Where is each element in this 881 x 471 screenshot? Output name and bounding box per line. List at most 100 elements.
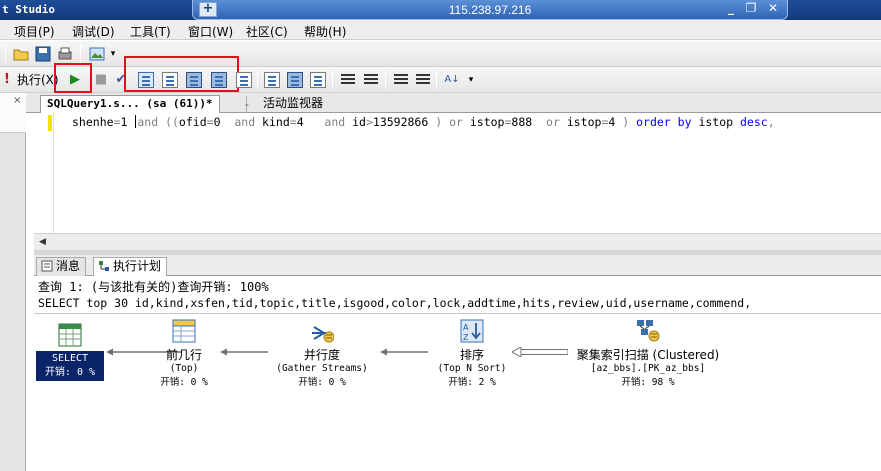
plan-node-scan-sub: [az_bbs].[PK_az_bbs] xyxy=(590,363,706,374)
editor-horizontal-scrollbar[interactable]: ◀ xyxy=(34,233,881,250)
menu-tools[interactable]: 工具(T) xyxy=(130,23,171,40)
results-tab-strip: 消息 执行计划 xyxy=(34,255,881,277)
plan-node-sort[interactable]: 排序 (Top N Sort) 开销: 2 % xyxy=(432,346,512,388)
uncomment-lines-icon[interactable] xyxy=(364,73,378,87)
plan-node-parallelism-title: 并行度 xyxy=(303,348,340,362)
tab-activity-monitor[interactable]: - 活动监视器 xyxy=(245,96,329,112)
svg-text:Z: Z xyxy=(463,333,469,342)
tab-sql-query[interactable]: SQLQuery1.s... (sa (61))* xyxy=(40,95,220,113)
plan-node-top-cost: 开销: 0 % xyxy=(160,377,208,388)
results-to-grid-icon[interactable] xyxy=(186,72,202,88)
tab-messages-label: 消息 xyxy=(56,259,81,273)
minimize-button[interactable]: _ xyxy=(723,1,739,15)
sort-node-icon[interactable]: A Z xyxy=(460,319,484,343)
execution-plan-icon xyxy=(99,261,109,271)
sql-token: and xyxy=(234,115,256,129)
toolbar-separator xyxy=(385,71,386,89)
app-title: t Studio xyxy=(2,3,55,16)
sql-token: 0 xyxy=(213,115,235,129)
toolbar-separator xyxy=(332,71,333,89)
clustered-index-scan-node-icon[interactable] xyxy=(636,318,660,342)
sql-token: istop xyxy=(559,115,602,129)
toolbar-separator xyxy=(436,71,437,89)
close-icon[interactable]: - xyxy=(245,97,249,112)
decrease-indent-icon[interactable] xyxy=(394,73,408,87)
menu-help[interactable]: 帮助(H) xyxy=(304,23,346,40)
sql-token: 1 xyxy=(120,115,135,129)
sort-az-icon[interactable]: A↓ xyxy=(442,71,462,89)
plan-node-sort-cost: 开销: 2 % xyxy=(448,377,496,388)
sql-token: and xyxy=(324,115,346,129)
close-button[interactable]: ✕ xyxy=(765,1,781,15)
sql-token: > xyxy=(365,115,373,129)
sql-token: order by xyxy=(629,115,699,129)
include-actual-plan-icon[interactable] xyxy=(211,72,227,88)
sql-token: or xyxy=(449,115,463,129)
sql-token: (( xyxy=(165,115,179,129)
messages-icon xyxy=(41,260,53,272)
plan-node-clustered-index-scan[interactable]: 聚集索引扫描 (Clustered) [az_bbs].[PK_az_bbs] … xyxy=(562,346,734,388)
sql-token: , xyxy=(767,115,775,129)
close-icon[interactable]: × xyxy=(13,95,21,106)
chevron-down-icon[interactable]: ▾ xyxy=(466,71,476,89)
query-cost-header: 查询 1: (与该批有关的)查询开销: 100% xyxy=(38,280,269,294)
plan-separator xyxy=(34,313,881,314)
image-icon[interactable] xyxy=(88,45,106,63)
query-options-icon[interactable] xyxy=(162,72,178,88)
results-to-text-icon[interactable] xyxy=(264,72,280,88)
menu-community[interactable]: 社区(C) xyxy=(246,23,288,40)
sql-token: or xyxy=(546,115,560,129)
plan-node-select[interactable]: SELECT 开销: 0 % xyxy=(36,351,104,381)
open-folder-icon[interactable] xyxy=(12,45,30,63)
plan-arrow xyxy=(380,348,428,356)
tab-execution-plan[interactable]: 执行计划 xyxy=(93,257,168,277)
plan-node-top[interactable]: 前几行 (Top) 开销: 0 % xyxy=(144,346,224,388)
remote-connection-bar: + 115.238.97.216 _ ❐ ✕ xyxy=(192,0,788,20)
print-icon[interactable] xyxy=(56,45,74,63)
comment-lines-icon[interactable] xyxy=(341,73,355,87)
sql-token: 13592866 xyxy=(372,115,436,129)
scroll-left-icon[interactable]: ◀ xyxy=(36,236,49,248)
gather-streams-node-icon[interactable] xyxy=(310,319,334,343)
sql-token: shenhe xyxy=(72,115,114,129)
plan-node-select-cost: 开销: 0 % xyxy=(44,367,96,378)
sql-code-line[interactable]: shenhe=1 and ((ofid=0 and kind=4 and id>… xyxy=(72,114,775,130)
document-tab-strip: SQLQuery1.s... (sa (61))* - 活动监视器 xyxy=(26,93,881,113)
chevron-down-icon[interactable]: ▾ xyxy=(108,45,118,63)
specify-template-values-icon[interactable] xyxy=(310,72,326,88)
remote-host-address: 115.238.97.216 xyxy=(448,3,532,17)
plan-node-sort-title: 排序 xyxy=(459,348,484,362)
plan-node-parallelism[interactable]: 并行度 (Gather Streams) 开销: 0 % xyxy=(266,346,378,388)
sql-token: id xyxy=(345,115,366,129)
execution-plan-pane: 查询 1: (与该批有关的)查询开销: 100% SELECT top 30 i… xyxy=(34,276,881,471)
title-bar: t Studio + 115.238.97.216 _ ❐ ✕ xyxy=(0,0,881,20)
changed-line-marker xyxy=(48,115,52,131)
sql-token: istop xyxy=(698,115,740,129)
display-estimated-plan-icon[interactable] xyxy=(138,72,154,88)
menu-bar: 项目(P) 调试(D) 工具(T) 窗口(W) 社区(C) 帮助(H) xyxy=(0,20,881,40)
sql-token: kind xyxy=(255,115,290,129)
menu-window[interactable]: 窗口(W) xyxy=(188,23,233,40)
menu-project[interactable]: 项目(P) xyxy=(14,23,55,40)
sql-editor[interactable]: shenhe=1 and ((ofid=0 and kind=4 and id>… xyxy=(34,113,881,233)
select-node-icon[interactable] xyxy=(58,323,82,347)
query-text-line: SELECT top 30 id,kind,xsfen,tid,topic,ti… xyxy=(38,296,752,310)
client-statistics-icon[interactable] xyxy=(287,72,303,88)
menu-debug[interactable]: 调试(D) xyxy=(72,23,115,40)
plan-arrow-thick xyxy=(512,347,568,357)
plan-node-scan-cost: 开销: 98 % xyxy=(621,377,675,388)
plan-node-top-title: 前几行 xyxy=(165,348,202,362)
execute-button[interactable]: 执行(X) xyxy=(17,71,59,88)
tab-messages[interactable]: 消息 xyxy=(36,257,87,276)
top-node-icon[interactable] xyxy=(172,319,196,343)
results-to-file-icon[interactable] xyxy=(236,72,252,88)
restore-button[interactable]: ❐ xyxy=(743,1,759,15)
increase-indent-icon[interactable] xyxy=(416,73,430,87)
run-icon[interactable]: ▶ xyxy=(66,71,84,89)
save-icon[interactable] xyxy=(34,45,52,63)
stop-icon[interactable]: ■ xyxy=(92,71,110,89)
plan-node-select-title: SELECT xyxy=(51,353,89,364)
plan-node-parallelism-sub: (Gather Streams) xyxy=(276,363,368,374)
editor-gutter xyxy=(34,113,54,233)
execute-icon: ! xyxy=(4,72,10,87)
